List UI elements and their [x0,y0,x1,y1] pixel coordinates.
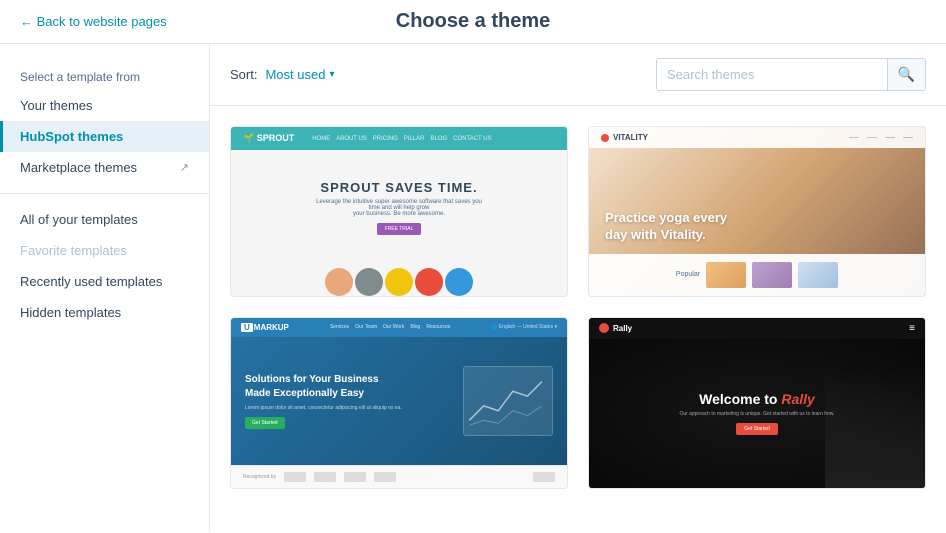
page-title: Choose a theme [396,10,550,33]
sidebar-item-your-themes[interactable]: Your themes [0,90,209,121]
sidebar-item-label: Recently used templates [20,274,162,289]
theme-card-vitality[interactable]: VITALITY —— —— —— —— Practice yoga every… [588,126,926,297]
theme-info-sprout: Sprout Includes 8 templates [231,296,567,297]
theme-grid: 🌱 SPROUT HOME ABOUT US PRICING PILLAR BL… [210,106,946,509]
sort-value: Most used [265,67,325,82]
page-header: ← Back to website pages Choose a theme [0,0,946,44]
sidebar-item-recently-used[interactable]: Recently used templates [0,266,209,297]
sort-label: Sort: [230,67,257,82]
sidebar-item-label: HubSpot themes [20,129,123,144]
sidebar-item-hubspot-themes[interactable]: HubSpot themes [0,121,209,152]
theme-preview-vitality: VITALITY —— —— —— —— Practice yoga every… [589,127,925,296]
chevron-down-icon: ▾ [329,69,334,80]
sidebar-item-favorite-templates: Favorite templates [0,235,209,266]
toolbar: Sort: Most used ▾ 🔍 [210,44,946,106]
theme-preview-sprout: 🌱 SPROUT HOME ABOUT US PRICING PILLAR BL… [231,127,567,296]
main-content: Sort: Most used ▾ 🔍 🌱 SPROUT [210,44,946,532]
sidebar: Select a template from Your themes HubSp… [0,44,210,532]
theme-preview-martech: U MARKUP Services Our Team Our Work Blog… [231,318,567,488]
sidebar-item-label: Favorite templates [20,243,127,258]
search-input[interactable] [657,60,887,89]
search-button[interactable]: 🔍 [887,59,925,90]
sidebar-item-label: Hidden templates [20,305,121,320]
theme-info-martech: Martech [231,488,567,489]
external-link-icon: ↗ [180,161,189,174]
sidebar-section-label: Select a template from [0,64,209,90]
theme-info-rally: Rally [589,488,925,489]
main-layout: Select a template from Your themes HubSp… [0,44,946,532]
sidebar-item-label: All of your templates [20,212,138,227]
theme-info-vitality: Vitality Includes 5 templates [589,296,925,297]
back-link[interactable]: ← Back to website pages [20,14,167,29]
theme-card-rally[interactable]: Rally ≡ Welcome to Rally Our approach to… [588,317,926,489]
search-icon: 🔍 [898,66,915,82]
search-wrapper: 🔍 [656,58,926,91]
sidebar-divider [0,193,209,194]
sidebar-item-label: Marketplace themes [20,160,137,175]
theme-card-sprout[interactable]: 🌱 SPROUT HOME ABOUT US PRICING PILLAR BL… [230,126,568,297]
sidebar-item-label: Your themes [20,98,93,113]
theme-card-martech[interactable]: U MARKUP Services Our Team Our Work Blog… [230,317,568,489]
sidebar-item-hidden-templates[interactable]: Hidden templates [0,297,209,328]
sort-dropdown[interactable]: Most used ▾ [265,67,334,82]
sidebar-item-all-templates[interactable]: All of your templates [0,204,209,235]
theme-preview-rally: Rally ≡ Welcome to Rally Our approach to… [589,318,925,488]
sidebar-item-marketplace-themes[interactable]: Marketplace themes ↗ [0,152,209,183]
